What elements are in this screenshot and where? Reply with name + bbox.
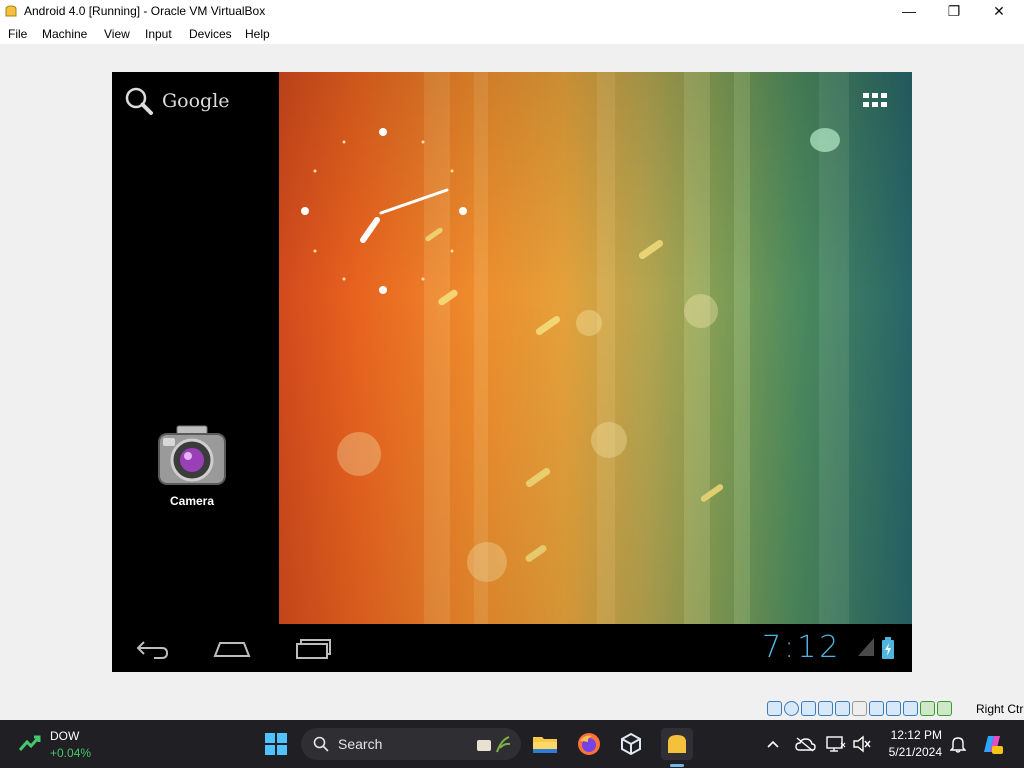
show-hidden-icons-button[interactable]	[757, 728, 789, 760]
copilot-icon	[984, 736, 1003, 754]
windows-taskbar: DOW +0.04% Search 12:12 PM 5/21/2024	[0, 720, 1024, 768]
windows-start-icon	[265, 733, 287, 755]
menu-view[interactable]: View	[104, 27, 130, 41]
taskbar-search-box[interactable]: Search	[301, 728, 521, 760]
menu-devices[interactable]: Devices	[189, 27, 232, 41]
google-search-label: Google	[162, 90, 230, 112]
camera-icon	[158, 425, 226, 485]
close-button[interactable]: ✕	[976, 0, 1022, 22]
maximize-icon: ❐	[947, 2, 961, 19]
close-icon: ✕	[993, 2, 1005, 19]
menu-machine[interactable]: Machine	[42, 27, 87, 41]
menu-input[interactable]: Input	[145, 27, 172, 41]
shared-folders-icon[interactable]	[852, 701, 867, 716]
home-icon[interactable]	[212, 632, 252, 664]
volume-muted-icon	[853, 735, 871, 753]
cpu-icon[interactable]	[903, 701, 918, 716]
stock-change: +0.04%	[50, 746, 92, 760]
virtualbox-manager-button[interactable]	[615, 728, 647, 760]
minimize-button[interactable]: —	[886, 0, 932, 22]
search-icon	[125, 87, 153, 115]
menu-file[interactable]: File	[8, 27, 27, 41]
window-title: Android 4.0 [Running] - Oracle VM Virtua…	[24, 4, 266, 18]
maximize-button[interactable]: ❐	[931, 0, 977, 22]
menu-bar: File Machine View Input Devices Help	[0, 22, 1024, 44]
display-icon[interactable]	[869, 701, 884, 716]
notifications-button[interactable]	[942, 728, 974, 760]
file-explorer-icon	[533, 737, 557, 753]
search-icon	[313, 736, 329, 752]
start-button[interactable]	[260, 728, 292, 760]
active-app-indicator	[670, 764, 684, 767]
virtualbox-vm-button[interactable]	[661, 728, 693, 760]
analog-clock-widget[interactable]	[297, 127, 467, 297]
host-key-label: Right Ctrl	[976, 702, 1024, 716]
file-explorer-button[interactable]	[529, 728, 561, 760]
firefox-button[interactable]	[573, 728, 605, 760]
menu-help[interactable]: Help	[245, 27, 270, 41]
virtualbox-vm-icon	[5, 5, 17, 17]
network-icon	[826, 736, 846, 752]
video-capture-icon[interactable]	[886, 701, 901, 716]
battery-charging-icon	[882, 637, 894, 659]
status-clock: 7:12	[762, 630, 842, 665]
audio-icon[interactable]	[801, 701, 816, 716]
firefox-icon	[578, 733, 600, 755]
keyboard-icon[interactable]	[937, 701, 952, 716]
onedrive-button[interactable]	[789, 728, 821, 760]
google-search-bar[interactable]: Google	[124, 86, 230, 116]
recent-apps-icon[interactable]	[294, 632, 332, 664]
mouse-integration-icon[interactable]	[920, 701, 935, 716]
network-icon[interactable]	[818, 701, 833, 716]
all-apps-icon[interactable]	[862, 92, 890, 110]
stock-label: DOW	[50, 729, 80, 743]
signal-icon	[858, 638, 874, 656]
android-navigation-bar: 7:12	[112, 624, 912, 672]
usb-icon[interactable]	[835, 701, 850, 716]
virtualbox-manager-icon	[621, 732, 641, 756]
optical-drive-icon[interactable]	[784, 701, 799, 716]
search-highlight-icon	[477, 736, 511, 753]
vbox-status-icons	[767, 701, 952, 717]
minimize-icon: —	[902, 3, 916, 19]
camera-label: Camera	[169, 494, 215, 508]
hard-disk-icon[interactable]	[767, 701, 782, 716]
taskbar-date: 5/21/2024	[888, 745, 942, 759]
bell-icon	[950, 737, 966, 753]
back-icon[interactable]	[134, 632, 170, 664]
chevron-up-icon	[767, 740, 779, 748]
stock-trend-icon	[18, 735, 41, 751]
vm-display[interactable]: Google Camera 7:12	[112, 72, 912, 672]
taskbar-time: 12:12 PM	[890, 728, 942, 742]
search-placeholder: Search	[338, 736, 383, 752]
vbox-status-bar: Right Ctrl	[0, 698, 1024, 720]
copilot-button[interactable]	[976, 728, 1008, 760]
onedrive-offline-icon	[795, 737, 816, 752]
window-titlebar[interactable]: Android 4.0 [Running] - Oracle VM Virtua…	[0, 0, 1024, 22]
virtualbox-vm-icon	[668, 735, 686, 753]
